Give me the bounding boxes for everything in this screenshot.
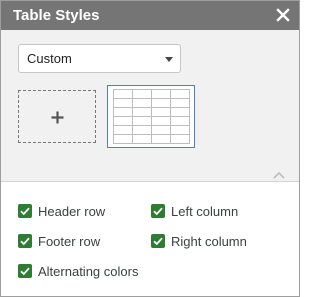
footer-row-checkbox[interactable] — [18, 234, 32, 248]
style-dropdown[interactable]: Custom — [18, 44, 181, 73]
alternating-colors-option[interactable]: Alternating colors — [18, 262, 138, 280]
left-column-checkbox[interactable] — [151, 204, 165, 218]
right-column-option[interactable]: Right column — [151, 232, 247, 250]
table-styles-dialog: Table Styles Custom Header row Left colu… — [0, 0, 300, 297]
header-row-option[interactable]: Header row — [18, 202, 105, 220]
footer-row-option[interactable]: Footer row — [18, 232, 100, 250]
table-style-thumbnail[interactable] — [107, 85, 195, 148]
header-row-checkbox[interactable] — [18, 204, 32, 218]
dialog-titlebar: Table Styles — [1, 1, 299, 30]
alternating-colors-label: Alternating colors — [38, 263, 139, 279]
table-styles-area: Custom — [1, 30, 299, 182]
table-style-options: Header row Left column Footer row Right … — [1, 183, 299, 297]
style-dropdown-value: Custom — [27, 51, 72, 66]
chevron-up-icon[interactable] — [273, 166, 285, 179]
right-column-label: Right column — [171, 233, 247, 249]
dialog-title: Table Styles — [13, 7, 100, 24]
close-icon[interactable] — [274, 6, 292, 24]
alternating-colors-checkbox[interactable] — [18, 264, 32, 278]
dropdown-caret-icon — [165, 57, 173, 62]
plus-icon — [51, 111, 64, 124]
right-column-checkbox[interactable] — [151, 234, 165, 248]
left-column-label: Left column — [171, 203, 239, 219]
left-column-option[interactable]: Left column — [151, 202, 238, 220]
footer-row-label: Footer row — [38, 233, 101, 249]
header-row-label: Header row — [38, 203, 106, 219]
add-style-button[interactable] — [18, 90, 96, 143]
table-grid-icon — [113, 89, 190, 144]
